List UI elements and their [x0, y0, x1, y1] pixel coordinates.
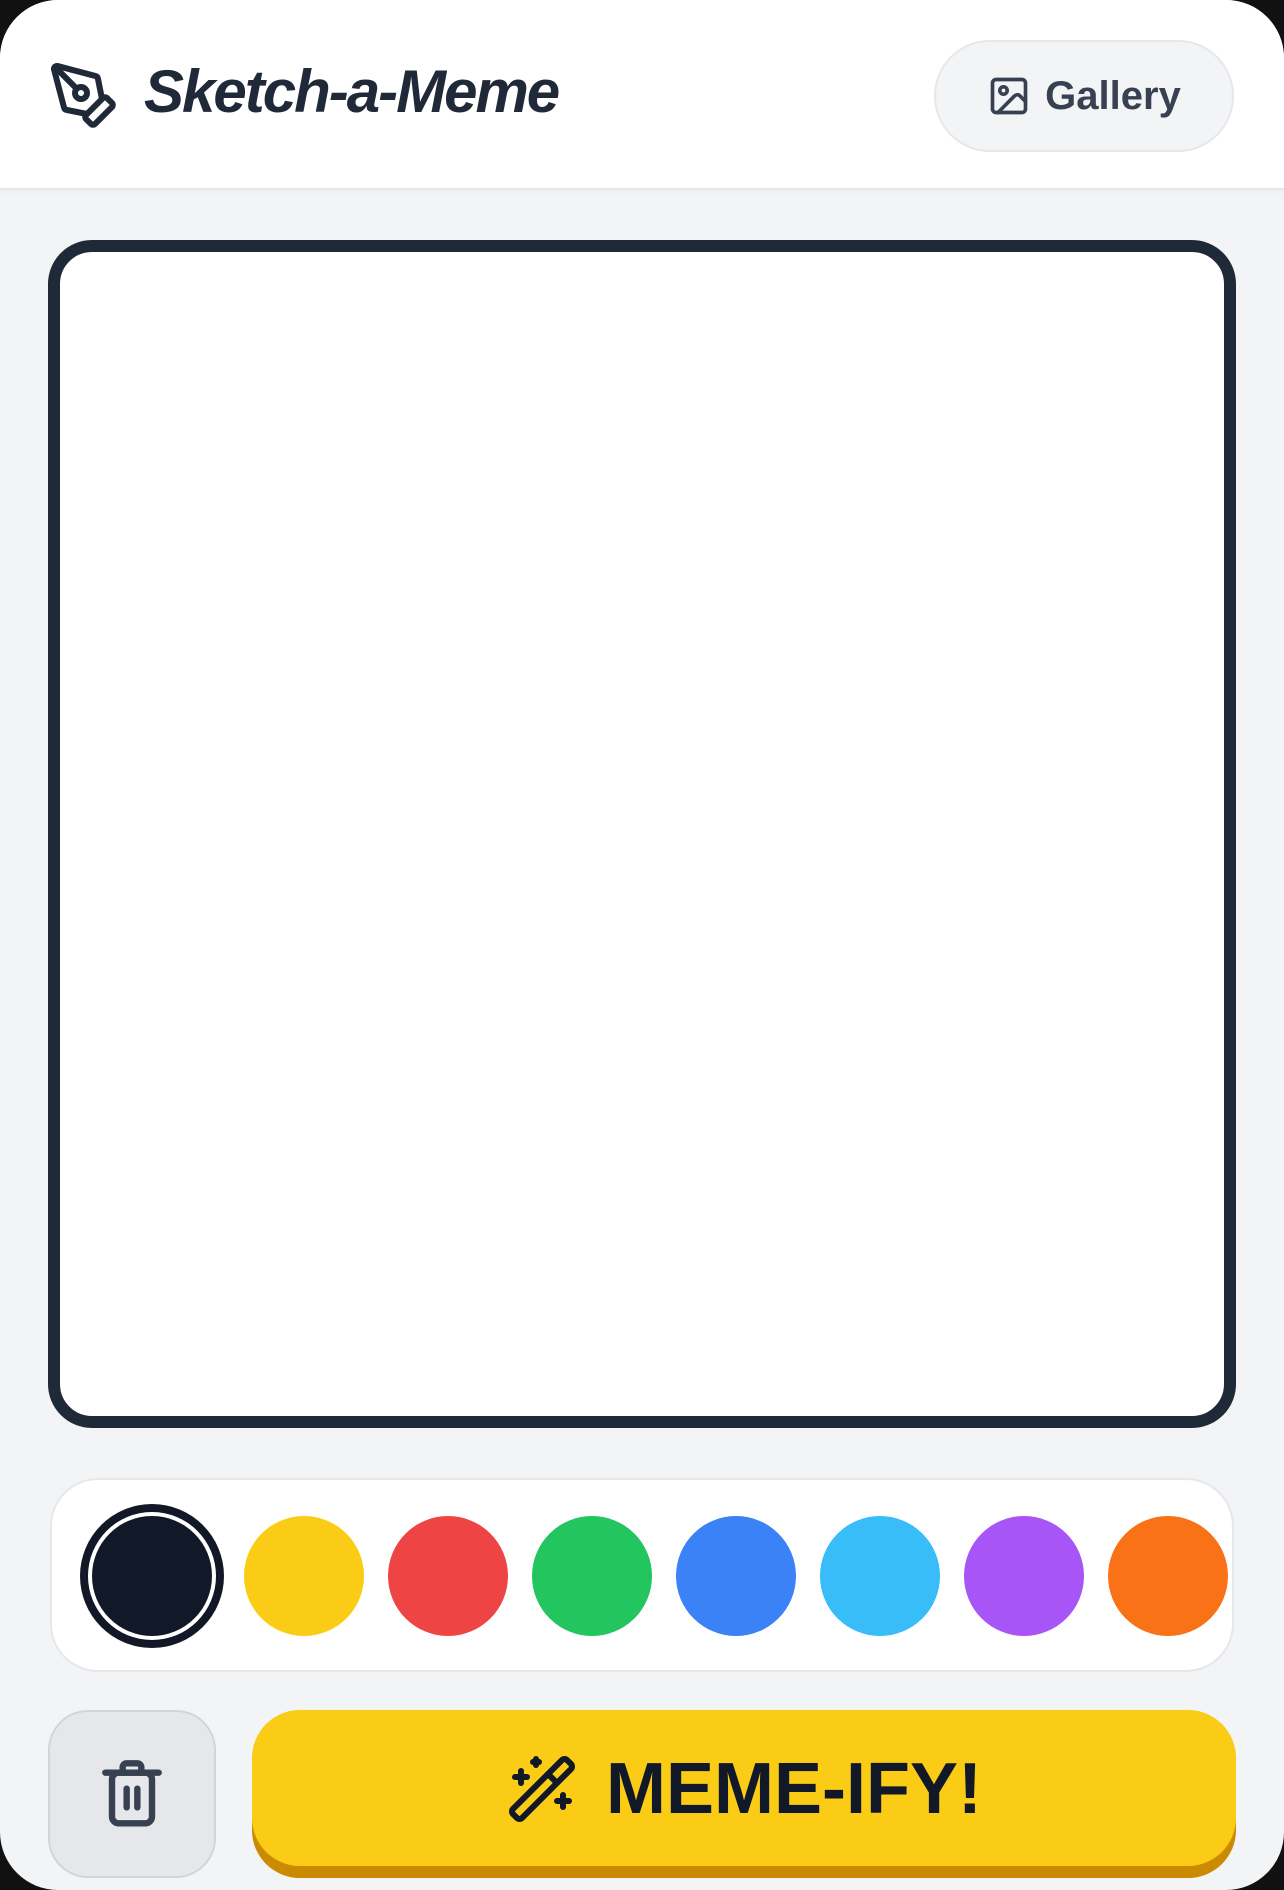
- color-swatch-orange[interactable]: [1108, 1516, 1228, 1636]
- color-swatch-yellow[interactable]: [244, 1516, 364, 1636]
- color-palette: [50, 1478, 1234, 1672]
- color-swatch-blue[interactable]: [676, 1516, 796, 1636]
- magic-wand-icon: [509, 1756, 575, 1822]
- app-screen: Sketch-a-Meme Gallery MEME-IFY!: [0, 0, 1284, 1890]
- gallery-button-label: Gallery: [1045, 73, 1181, 118]
- app-title: Sketch-a-Meme: [144, 58, 560, 125]
- gallery-button[interactable]: Gallery: [934, 40, 1234, 152]
- color-swatch-black[interactable]: [92, 1516, 212, 1636]
- image-icon: [990, 77, 1028, 115]
- app-header: Sketch-a-Meme Gallery: [0, 0, 1284, 190]
- color-swatch-green[interactable]: [532, 1516, 652, 1636]
- color-swatch-red[interactable]: [388, 1516, 508, 1636]
- drawing-canvas[interactable]: [48, 240, 1236, 1428]
- color-swatch-purple[interactable]: [964, 1516, 1084, 1636]
- memeify-button-label: MEME-IFY!: [606, 1749, 982, 1829]
- color-swatch-light-blue[interactable]: [820, 1516, 940, 1636]
- memeify-button[interactable]: MEME-IFY!: [252, 1710, 1236, 1878]
- clear-canvas-button[interactable]: [48, 1710, 216, 1878]
- pen-tool-icon: [51, 63, 116, 128]
- trash-icon: [102, 1760, 162, 1827]
